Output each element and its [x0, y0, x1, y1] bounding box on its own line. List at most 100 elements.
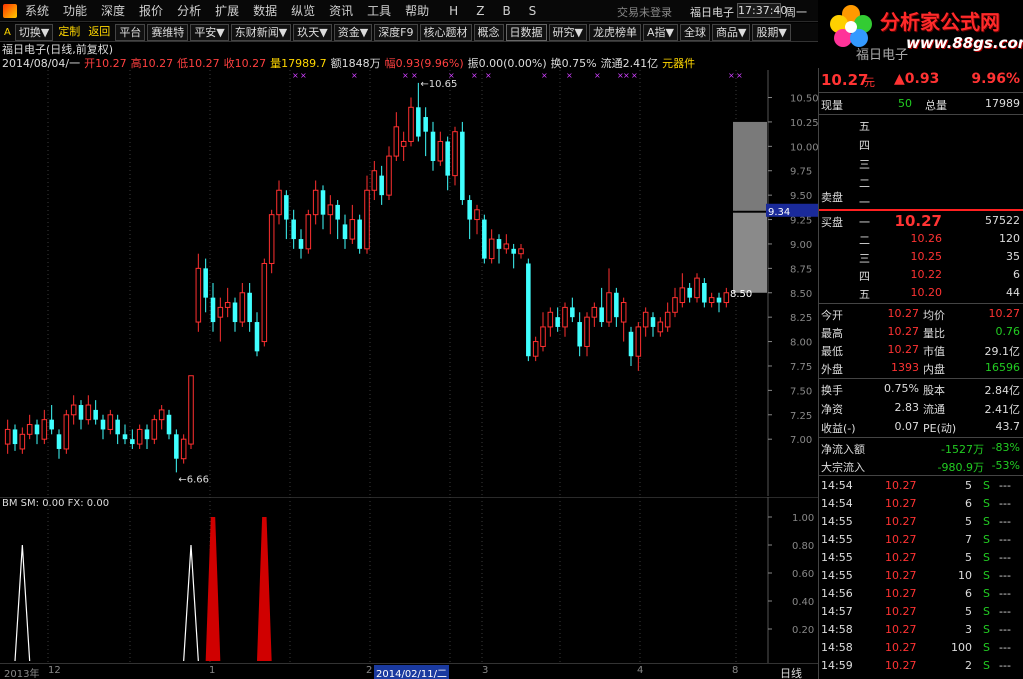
info-vol-label: 量	[270, 57, 282, 70]
candle-body	[34, 424, 40, 435]
candle-body	[642, 311, 649, 328]
candle-body	[203, 268, 208, 298]
candlestick-chart[interactable]: 10.50 10.25 10.00 9.75 9.50 9.25 9.00 8.75 8.50 8…	[0, 70, 818, 496]
flow-row: 净流入额 -1527万 -83%	[819, 439, 1023, 457]
flow-value: -980.9万	[937, 461, 984, 474]
tick-side: S	[983, 587, 990, 600]
menu-item[interactable]: 帮助	[405, 2, 429, 19]
candle-body	[584, 316, 590, 347]
buy-level-row: 买盘 一 10.27 57522	[819, 212, 1023, 230]
divider	[819, 437, 1023, 438]
menu-item[interactable]: 分析	[177, 2, 201, 19]
menu-letter[interactable]: S	[529, 4, 537, 18]
toolbar-button[interactable]: 平台	[115, 23, 146, 41]
toolbar-button[interactable]: 玖天▼	[293, 23, 332, 41]
login-status[interactable]: 交易未登录	[617, 4, 672, 20]
toolbar-button[interactable]: 日数据	[505, 23, 547, 41]
flow-pct: -53%	[991, 459, 1020, 472]
signal-marker: ×	[541, 71, 548, 80]
tick-dash: ---	[999, 641, 1011, 654]
toolbar-button[interactable]: 资金▼	[333, 23, 373, 41]
menu-letter[interactable]: Z	[476, 4, 484, 18]
weekday: 周一	[785, 6, 807, 19]
tick-price: 10.27	[885, 533, 917, 546]
tick-time: 14:54	[821, 479, 853, 492]
tick-side: S	[983, 551, 990, 564]
indicator-peak-white	[183, 544, 199, 662]
menu-item[interactable]: 工具	[367, 2, 391, 19]
stat-label: 最低	[821, 345, 843, 358]
tick-dash: ---	[999, 605, 1011, 618]
toolbar-button[interactable]: 股期▼	[752, 23, 791, 41]
info-float-label: 流通	[600, 57, 623, 70]
candle-body	[437, 140, 444, 162]
app-logo-icon[interactable]	[3, 3, 17, 18]
candle-body	[540, 326, 546, 347]
toolbar-button[interactable]: 切换▼	[14, 23, 54, 41]
toolbar-button[interactable]: 东财新闻▼	[230, 23, 292, 41]
toolbar-button[interactable]: A指▼	[642, 23, 678, 41]
toolbar-button[interactable]: 返回	[85, 24, 113, 41]
signal-marker: ×	[402, 71, 409, 80]
candle-body	[635, 326, 642, 357]
a-icon[interactable]: A	[4, 27, 11, 38]
candle-body	[482, 219, 487, 259]
date-label: 2	[366, 665, 373, 676]
menu-item[interactable]: 系统	[25, 2, 49, 19]
divider	[819, 92, 1023, 93]
flow-label: 净流入额	[821, 443, 865, 456]
candle-body	[555, 317, 560, 327]
tick-row: 14:55 10.27 5 S ---	[819, 513, 1023, 531]
tick-time: 14:55	[821, 569, 853, 582]
toolbar-button[interactable]: 概念	[473, 23, 504, 41]
menu-letter[interactable]: H	[449, 4, 458, 18]
fund-value: 2.41亿	[984, 403, 1021, 416]
signal-marker: ×	[728, 71, 735, 80]
toolbar-button[interactable]: 平安▼	[190, 23, 229, 41]
date-label: 8	[732, 665, 739, 676]
tick-side: S	[983, 479, 990, 492]
tick-row: 14:58 10.27 100 S ---	[819, 639, 1023, 657]
stat-label: 均价	[923, 309, 945, 322]
fund-label: 股本	[923, 384, 945, 397]
tick-price: 10.27	[885, 605, 917, 618]
toolbar-button[interactable]: 赛维特	[147, 23, 189, 41]
menu-item[interactable]: 扩展	[215, 2, 239, 19]
tick-side: S	[983, 569, 990, 582]
toolbar-button[interactable]: 定制	[55, 24, 83, 41]
candle-body	[56, 434, 62, 449]
info-open: 10.27	[95, 57, 127, 70]
menu-item[interactable]: 功能	[63, 2, 87, 19]
candle-body	[130, 439, 135, 445]
logo-url: www.88gs.com	[906, 34, 1023, 52]
candle-body	[357, 219, 362, 249]
tick-row: 14:55 10.27 10 S ---	[819, 567, 1023, 585]
menu-item[interactable]: 资讯	[329, 2, 353, 19]
toolbar-button[interactable]: 深度F9	[374, 23, 418, 41]
candle-body	[672, 297, 678, 313]
period-label[interactable]: 日线	[780, 665, 802, 679]
fund-label: 换手	[821, 384, 843, 397]
menu-item[interactable]: 纵览	[291, 2, 315, 19]
menu-item[interactable]: 报价	[139, 2, 163, 19]
candle-body	[100, 419, 106, 430]
indicator-chart[interactable]: 1.00 0.80 0.60 0.40 0.20	[0, 497, 818, 663]
toolbar-button[interactable]: 商品▼	[711, 23, 751, 41]
y-tick-label: 7.50	[790, 386, 812, 397]
menu-item[interactable]: 深度	[101, 2, 125, 19]
y-tick-label: 10.00	[790, 142, 818, 153]
toolbar-button[interactable]: 核心题材	[419, 23, 472, 41]
candle-body	[320, 190, 326, 215]
candle-body	[247, 292, 252, 323]
toolbar-button[interactable]: 全球	[679, 23, 710, 41]
signal-marker: ×	[300, 71, 307, 80]
candle-body	[393, 126, 400, 157]
toolbar-button[interactable]: 龙虎榜单	[588, 23, 641, 41]
tick-dash: ---	[999, 623, 1011, 636]
max-price-label: ←10.65	[420, 79, 457, 90]
stat-label: 内盘	[923, 363, 945, 376]
menu-item[interactable]: 数据	[253, 2, 277, 19]
toolbar-button[interactable]: 研究▼	[548, 23, 587, 41]
menu-letter[interactable]: B	[502, 4, 510, 18]
price-range-lower	[733, 212, 767, 293]
